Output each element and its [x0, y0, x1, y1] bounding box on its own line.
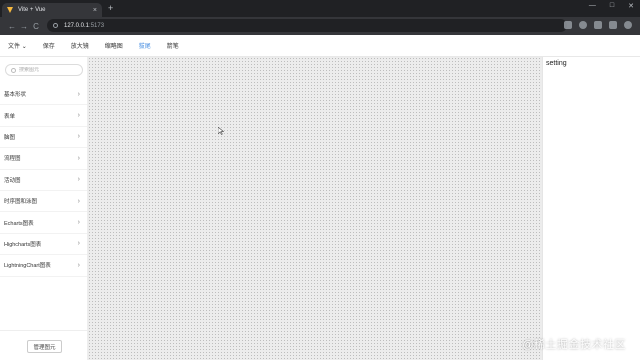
category-label: Highcharts图表 — [4, 241, 42, 248]
category-label: 基本形状 — [4, 92, 27, 99]
share-icon[interactable] — [564, 21, 572, 29]
url-port: :5173 — [89, 22, 105, 29]
chevron-right-icon: › — [77, 154, 80, 162]
url-host: 127.0.0.1 — [64, 22, 90, 29]
address-bar[interactable]: 127.0.0.1:5173 — [47, 19, 567, 32]
category-list: 基本形状 › 表单 › 脑图 › 流程图 › 活动图 › 时序图和泳图 › Echarts图… — [0, 84, 87, 277]
chevron-right-icon: › — [77, 90, 80, 98]
menu-save[interactable]: 保存 — [43, 41, 55, 50]
chevron-right-icon: › — [77, 261, 80, 269]
search-icon — [11, 67, 16, 73]
category-sequence[interactable]: 时序图和泳图 › — [0, 191, 87, 213]
drawing-canvas[interactable] — [88, 57, 542, 360]
category-label: 时序图和泳图 — [4, 199, 38, 206]
category-label: 活动图 — [4, 177, 21, 184]
menu-pen[interactable]: 箭笔 — [167, 41, 179, 50]
shape-library-sidebar: 基本形状 › 表单 › 脑图 › 流程图 › 活动图 › 时序图和泳图 › Echarts图… — [0, 57, 88, 360]
menu-thumbnail[interactable]: 缩略图 — [105, 41, 123, 50]
browser-tab[interactable]: Vite + Vue × — [2, 3, 102, 17]
category-echarts[interactable]: Echarts图表 › — [0, 212, 87, 234]
minimize-icon[interactable]: — — [589, 2, 596, 10]
search-box[interactable] — [5, 64, 83, 76]
side-panel-icon[interactable] — [609, 21, 617, 29]
browser-tabstrip: Vite + Vue × + — □ ✕ — [0, 0, 640, 17]
manage-shapes-button[interactable]: 管理图元 — [27, 340, 62, 353]
reload-icon[interactable]: C — [30, 22, 42, 31]
category-label: 流程图 — [4, 156, 21, 163]
chevron-right-icon: › — [77, 133, 80, 141]
category-basic-shapes[interactable]: 基本形状 › — [0, 84, 87, 106]
vite-favicon-icon — [7, 6, 14, 14]
settings-panel: setting — [542, 57, 640, 360]
watermark: @稀土掘金技术社区 — [522, 339, 626, 351]
menu-item-active[interactable]: 拔尾 — [139, 41, 151, 50]
tab-title: Vite + Vue — [18, 7, 46, 13]
site-info-icon[interactable] — [53, 23, 58, 28]
category-highcharts[interactable]: Highcharts图表 › — [0, 234, 87, 256]
category-flowchart[interactable]: 流程图 › — [0, 148, 87, 170]
chevron-right-icon: › — [77, 197, 80, 205]
search-input[interactable] — [19, 67, 79, 73]
menu-file[interactable]: 文件 ⌄ — [8, 41, 27, 50]
window-controls: — □ ✕ — [589, 2, 634, 10]
chevron-right-icon: › — [77, 219, 80, 227]
extensions-puzzle-icon[interactable] — [594, 21, 602, 29]
chevron-right-icon: › — [77, 240, 80, 248]
tab-close-icon[interactable]: × — [93, 7, 97, 14]
bookmark-star-icon[interactable] — [579, 21, 587, 29]
menu-magnifier[interactable]: 放大镜 — [71, 41, 89, 50]
app-menu-bar: 文件 ⌄ 保存 放大镜 缩略图 拔尾 箭笔 — [0, 35, 640, 57]
chevron-right-icon: › — [77, 176, 80, 184]
extensions-area — [564, 21, 632, 29]
chevron-right-icon: › — [77, 112, 80, 120]
category-label: LightningChart图表 — [4, 263, 51, 270]
forward-icon[interactable]: → — [18, 22, 30, 31]
category-label: Echarts图表 — [4, 220, 34, 227]
browser-toolbar: ← → C 127.0.0.1:5173 — [0, 17, 640, 35]
category-mindmap[interactable]: 脑图 › — [0, 127, 87, 149]
new-tab-button[interactable]: + — [108, 3, 113, 13]
category-label: 脑图 — [4, 134, 16, 141]
maximize-icon[interactable]: □ — [610, 2, 614, 10]
category-label: 表单 — [4, 113, 16, 120]
menu-file-label: 文件 — [8, 44, 21, 50]
category-activity[interactable]: 活动图 › — [0, 170, 87, 191]
back-icon[interactable]: ← — [6, 22, 18, 31]
sidebar-footer: 管理图元 — [0, 330, 87, 360]
profile-avatar-icon[interactable] — [624, 21, 632, 29]
category-lightningchart[interactable]: LightningChart图表 › — [0, 255, 87, 277]
category-form[interactable]: 表单 › — [0, 105, 87, 127]
close-window-icon[interactable]: ✕ — [628, 2, 634, 10]
chevron-down-icon: ⌄ — [21, 44, 27, 50]
settings-title: setting — [546, 60, 567, 67]
